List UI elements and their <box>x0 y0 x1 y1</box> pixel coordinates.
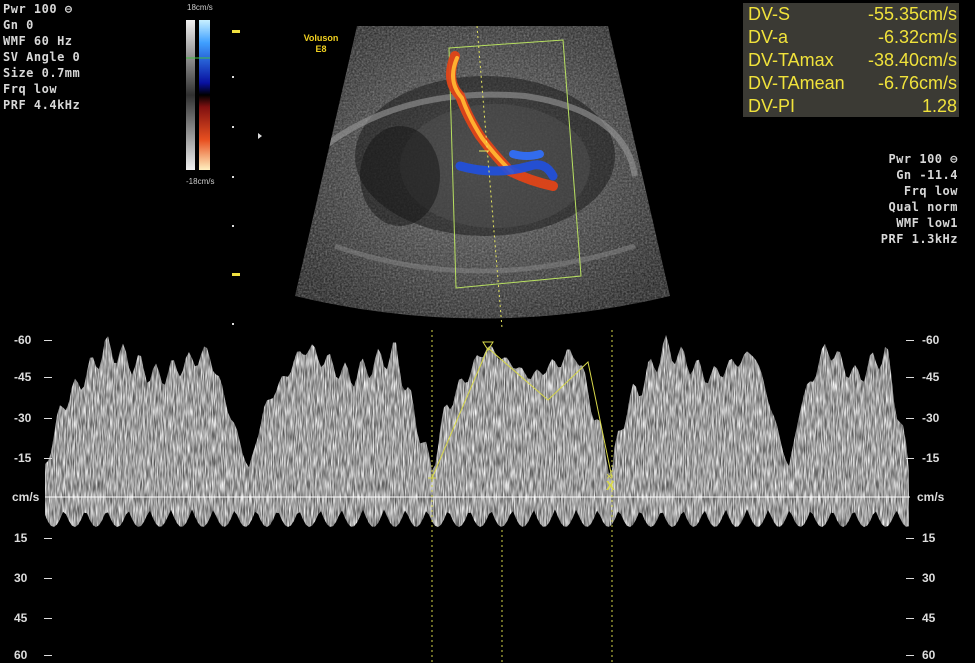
measurement-row: DV-S -55.35cm/s <box>748 4 957 24</box>
lock-icon: ⊖ <box>950 152 958 166</box>
param-frq: Frq low <box>3 82 58 96</box>
tick-mark <box>906 458 914 459</box>
param-quality: Qual norm <box>888 200 958 214</box>
velocity-tick-label: 30 <box>922 571 936 585</box>
param-prf: PRF 1.3kHz <box>880 232 958 246</box>
colorbar-bottom-label: -18cm/s <box>186 177 215 186</box>
right-params: Pwr 100 ⊖ Gn -11.4 Frq low Qual norm WMF… <box>881 151 958 247</box>
measurement-row: DV-a -6.32cm/s <box>748 27 957 47</box>
bmode-image <box>295 26 670 328</box>
velocity-tick-label: -15 <box>14 451 32 465</box>
tick-mark <box>906 340 914 341</box>
tick-mark <box>906 377 914 378</box>
param-power: Pwr 100 ⊖ <box>888 152 958 166</box>
velocity-tick-label: -30 <box>922 411 940 425</box>
velocity-tick-label: -60 <box>14 333 32 347</box>
velocity-tick-label: 45 <box>922 611 936 625</box>
tick-mark <box>906 655 914 656</box>
param-wmf: WMF low1 <box>896 216 958 230</box>
param-prf: PRF 4.4kHz <box>3 98 81 112</box>
tick-mark <box>44 377 52 378</box>
left-params: Pwr 100 ⊖ Gn 0 WMF 60 Hz SV Angle 0 Size… <box>3 1 80 113</box>
tick-mark <box>44 340 52 341</box>
tick-mark <box>44 578 52 579</box>
measurement-panel: DV-S -55.35cm/s DV-a -6.32cm/s DV-TAmax -38… <box>743 3 959 117</box>
measurement-row: DV-TAmean -6.76cm/s <box>748 73 957 93</box>
measurement-row: DV-TAmax -38.40cm/s <box>748 50 957 70</box>
velocity-tick-label: 60 <box>14 648 28 662</box>
param-gain: Gn -11.4 <box>896 168 958 182</box>
velocity-tick-label: 15 <box>922 531 936 545</box>
velocity-tick-label: 60 <box>922 648 936 662</box>
svg-text:×: × <box>606 471 612 483</box>
measurement-row: DV-PI 1.28 <box>748 96 957 116</box>
param-sv-angle: SV Angle 0 <box>3 50 81 64</box>
tick-mark <box>906 538 914 539</box>
param-power: Pwr 100 ⊖ <box>3 2 73 16</box>
depth-scale <box>232 30 262 325</box>
param-wmf: WMF 60 Hz <box>3 34 73 48</box>
colorbar-top-label: 18cm/s <box>187 3 213 12</box>
doppler-spectrum: X × <box>45 330 910 663</box>
param-size: Size 0.7mm <box>3 66 81 80</box>
left-unit-label: cm/s <box>12 490 40 504</box>
velocity-tick-label: -15 <box>922 451 940 465</box>
velocity-tick-label: -45 <box>14 370 32 384</box>
tick-mark <box>44 418 52 419</box>
tick-mark <box>906 618 914 619</box>
lock-icon: ⊖ <box>64 2 73 16</box>
velocity-tick-label: 15 <box>14 531 28 545</box>
velocity-tick-label: 30 <box>14 571 28 585</box>
velocity-tick-label: 45 <box>14 611 28 625</box>
right-unit-label: cm/s <box>917 490 945 504</box>
param-frq: Frq low <box>903 184 958 198</box>
tick-mark <box>44 618 52 619</box>
velocity-tick-label: -45 <box>922 370 940 384</box>
tick-mark <box>906 418 914 419</box>
tick-mark <box>44 655 52 656</box>
colorbar-graphic <box>186 20 210 170</box>
param-gain: Gn 0 <box>3 18 34 32</box>
tick-mark <box>906 578 914 579</box>
tick-mark <box>44 538 52 539</box>
tick-mark <box>44 458 52 459</box>
velocity-tick-label: -60 <box>922 333 940 347</box>
velocity-tick-label: -30 <box>14 411 32 425</box>
cursor-marker-icon <box>258 133 262 139</box>
